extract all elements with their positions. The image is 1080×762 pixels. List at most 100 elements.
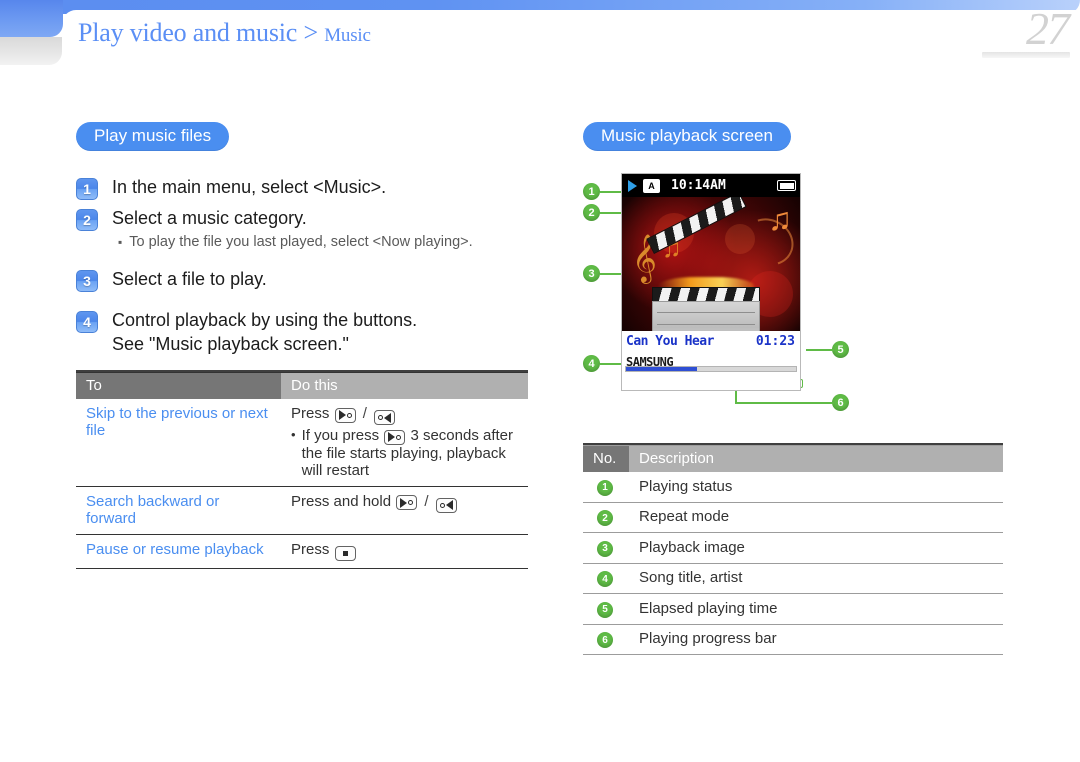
music-note-icon: ♫	[768, 201, 792, 237]
section-title-music-playback-screen: Music playback screen	[583, 122, 791, 151]
bullet-dot-icon: •	[291, 427, 296, 443]
table-row: 1 Playing status	[583, 472, 1003, 503]
callout-6: 6	[832, 394, 849, 411]
step-4: 4 Control playback by using the buttons.…	[76, 308, 536, 356]
step-note-text: To play the file you last played, select…	[129, 234, 473, 251]
table-header-to: To	[76, 372, 281, 400]
breadcrumb-separator: >	[303, 18, 318, 47]
callout-5-leader	[806, 349, 834, 351]
legend-description: Playing status	[629, 472, 1003, 503]
legend-table: No. Description 1 Playing status 2 Repea…	[583, 443, 1003, 655]
press-label: Press	[291, 405, 330, 423]
table-row: 6 Playing progress bar	[583, 624, 1003, 655]
step-text: In the main menu, select <Music>.	[112, 177, 387, 197]
breadcrumb-sub: Music	[324, 25, 371, 46]
legend-number-badge: 4	[597, 571, 613, 587]
left-column: Play music files 1 In the main menu, sel…	[76, 122, 536, 569]
mp3-player-screen: A 10:14AM 𝄞 ♫ ♫ Can You Hear 01:23 SAMSU…	[621, 173, 801, 391]
callout-3: 3	[583, 265, 600, 282]
control-label: Search backward or forward	[76, 486, 281, 535]
step-number-badge: 1	[76, 178, 98, 200]
step-text: Select a music category.	[112, 208, 307, 228]
clapperboard-icon	[646, 197, 760, 331]
legend-number-cell: 1	[583, 472, 629, 503]
skip-next-key-icon	[334, 407, 356, 423]
legend-description: Playback image	[629, 532, 1003, 564]
table-row: 4 Song title, artist	[583, 563, 1003, 594]
breadcrumb: Play video and music > Music	[78, 18, 371, 48]
clock-label: 10:14AM	[671, 178, 726, 193]
legend-number-cell: 3	[583, 532, 629, 564]
repeat-mode-icon: A	[643, 178, 660, 193]
control-note: • If you press 3 seconds after the file …	[291, 427, 518, 479]
legend-number-badge: 2	[597, 510, 613, 526]
legend-number-badge: 3	[597, 540, 613, 557]
legend-number-badge: 6	[597, 632, 613, 648]
slash-separator: /	[362, 405, 367, 423]
step-text-line2: See "Music playback screen."	[112, 334, 349, 355]
slash-separator: /	[424, 492, 429, 510]
section-title-play-music-files: Play music files	[76, 122, 230, 151]
legend-number-cell: 6	[583, 624, 629, 655]
step-note: ▪ To play the file you last played, sele…	[118, 234, 536, 251]
table-header-row: To Do this	[76, 372, 528, 400]
step-text: Control playback by using the buttons.	[112, 309, 418, 330]
skip-next-key-icon	[396, 495, 418, 511]
legend-description: Song title, artist	[629, 563, 1003, 594]
status-bar: A 10:14AM	[622, 174, 800, 197]
press-label: Press and hold	[291, 492, 392, 510]
control-action: Press and hold /	[281, 486, 528, 535]
playback-screen-diagram: 1 2 3 4 5 6 A 10:14AM 𝄞 ♫ ♫ Can You Hear…	[583, 173, 1008, 423]
legend-description: Repeat mode	[629, 502, 1003, 533]
legend-number-badge: 5	[597, 601, 613, 618]
table-header-row: No. Description	[583, 445, 1003, 472]
table-row: Search backward or forward Press and hol…	[76, 486, 528, 535]
control-action: Press	[281, 534, 528, 569]
legend-number-cell: 5	[583, 593, 629, 625]
callout-1: 1	[583, 183, 600, 200]
table-row: 2 Repeat mode	[583, 502, 1003, 533]
skip-prev-key-icon	[374, 410, 396, 426]
control-note-text: If you press 3 seconds after the file st…	[302, 427, 518, 479]
manual-page: Play video and music > Music 27 Play mus…	[0, 0, 1080, 762]
note-pre: If you press	[301, 427, 380, 445]
step-number-badge: 2	[76, 209, 98, 231]
step-text: Select a file to play.	[112, 268, 267, 289]
table-row: 3 Playback image	[583, 532, 1003, 564]
control-label: Skip to the previous or next file	[76, 399, 281, 487]
skip-prev-key-icon	[435, 497, 457, 513]
callout-6-leader	[735, 402, 834, 404]
legend-description: Elapsed playing time	[629, 593, 1003, 625]
step-2: 2 Select a music category. ▪ To play the…	[76, 206, 536, 251]
legend-number-badge: 1	[597, 479, 613, 496]
progress-bar-fill	[626, 367, 698, 371]
track-info: Can You Hear 01:23 SAMSUNG	[622, 331, 800, 375]
elapsed-time: 01:23	[755, 334, 795, 349]
song-title: Can You Hear	[626, 334, 714, 349]
skip-next-key-icon	[384, 429, 406, 445]
legend-number-cell: 2	[583, 502, 629, 533]
progress-bar[interactable]	[625, 366, 797, 372]
table-row: 5 Elapsed playing time	[583, 593, 1003, 625]
step-1: 1 In the main menu, select <Music>.	[76, 175, 536, 200]
legend-description: Playing progress bar	[629, 624, 1003, 655]
table-header-no: No.	[583, 445, 629, 472]
callout-4: 4	[583, 355, 600, 372]
control-label: Pause or resume playback	[76, 534, 281, 569]
callout-2: 2	[583, 204, 600, 221]
playback-album-art: 𝄞 ♫ ♫	[622, 197, 800, 331]
page-number-rule	[982, 52, 1070, 58]
playback-controls-table: To Do this Skip to the previous or next …	[76, 370, 528, 569]
table-row: Skip to the previous or next file Press …	[76, 399, 528, 487]
header-gray-tab	[0, 37, 62, 65]
callout-1-leader	[600, 191, 622, 193]
step-number-badge: 4	[76, 310, 98, 333]
battery-icon	[777, 180, 796, 191]
header-blue-tab	[0, 0, 63, 37]
play-pause-key-icon	[334, 545, 356, 561]
table-header-description: Description	[629, 445, 1003, 472]
right-column: Music playback screen 1 2 3 4 5 6 A 10:1…	[583, 122, 1008, 655]
legend-number-cell: 4	[583, 563, 629, 594]
control-action: Press / • If you press 3 seconds after t…	[281, 399, 528, 487]
callout-5: 5	[832, 341, 849, 358]
